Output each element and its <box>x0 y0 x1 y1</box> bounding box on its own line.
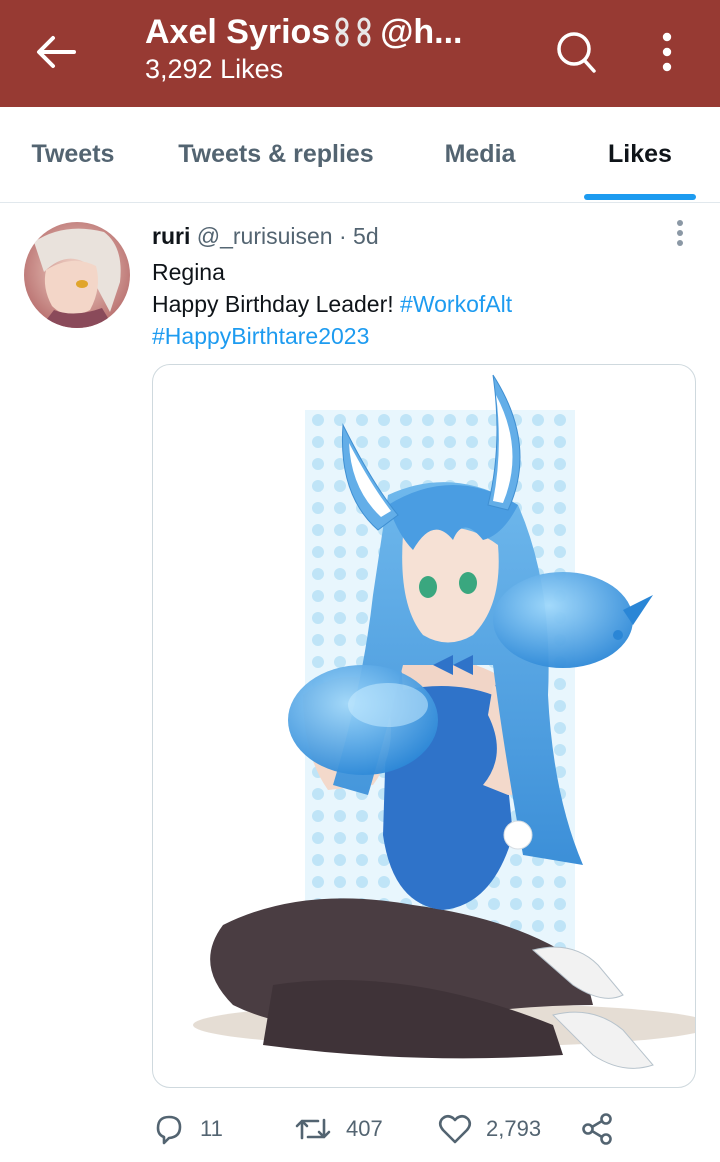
illustration-image <box>193 374 695 1069</box>
tweet-line-1: Regina <box>152 259 225 285</box>
heart-icon <box>438 1114 472 1144</box>
tweet-author-handle[interactable]: @_rurisuisen <box>197 223 333 249</box>
reply-icon <box>156 1115 182 1145</box>
tab-tweets[interactable]: Tweets <box>20 107 126 202</box>
tweet-header: ruri @_rurisuisen · 5d <box>152 222 379 250</box>
share-icon <box>582 1113 612 1145</box>
separator-dot: · <box>338 223 347 249</box>
active-tab-indicator <box>584 194 696 200</box>
back-arrow-icon <box>37 36 76 68</box>
more-vertical-icon <box>677 220 683 246</box>
chain-emoji-icon <box>332 17 376 47</box>
tweet-author-name[interactable]: ruri <box>152 223 190 249</box>
reply-count: 11 <box>200 1116 223 1141</box>
back-button[interactable] <box>30 28 82 76</box>
tab-tweets-replies[interactable]: Tweets & replies <box>168 107 384 202</box>
hashtag-happybirthtare2023[interactable]: #HappyBirthtare2023 <box>152 323 369 349</box>
tweet-media-image[interactable] <box>152 364 696 1088</box>
retweet-button[interactable]: 407 <box>294 1108 383 1150</box>
profile-tabs: Tweets Tweets & replies Media Likes <box>0 107 720 203</box>
retweet-count: 407 <box>346 1116 383 1141</box>
share-button[interactable] <box>580 1108 614 1150</box>
search-button[interactable] <box>552 26 600 78</box>
like-count: 2,793 <box>486 1116 542 1141</box>
tweet-actions: 11 407 2,793 <box>152 1108 672 1150</box>
profile-handle: @h... <box>380 13 463 51</box>
top-app-bar: Axel Syrios @h... 3,292 Likes <box>0 0 720 107</box>
tweet-line-2-text: Happy Birthday Leader! <box>152 291 394 317</box>
tweet-line-2: Happy Birthday Leader! #WorkofAlt <box>152 288 692 320</box>
reply-button[interactable]: 11 <box>152 1108 223 1150</box>
likes-count: 3,292 Likes <box>145 54 284 84</box>
retweet-icon <box>295 1118 331 1140</box>
profile-name: Axel Syrios <box>145 13 331 51</box>
more-vertical-icon <box>662 32 672 72</box>
tweet-more-button[interactable] <box>666 216 694 250</box>
profile-title-block: Axel Syrios @h... 3,292 Likes <box>145 10 525 86</box>
hashtag-workofalt[interactable]: #WorkofAlt <box>400 291 512 317</box>
more-options-button[interactable] <box>646 26 688 78</box>
tab-likes[interactable]: Likes <box>584 107 696 202</box>
avatar[interactable] <box>24 222 130 328</box>
tab-media[interactable]: Media <box>430 107 530 202</box>
like-button[interactable]: 2,793 <box>438 1108 541 1150</box>
search-icon <box>557 32 596 73</box>
tweet-timestamp[interactable]: 5d <box>353 223 379 249</box>
tweet-text: Regina Happy Birthday Leader! #WorkofAlt… <box>152 256 692 352</box>
profile-title: Axel Syrios @h... <box>145 10 525 54</box>
